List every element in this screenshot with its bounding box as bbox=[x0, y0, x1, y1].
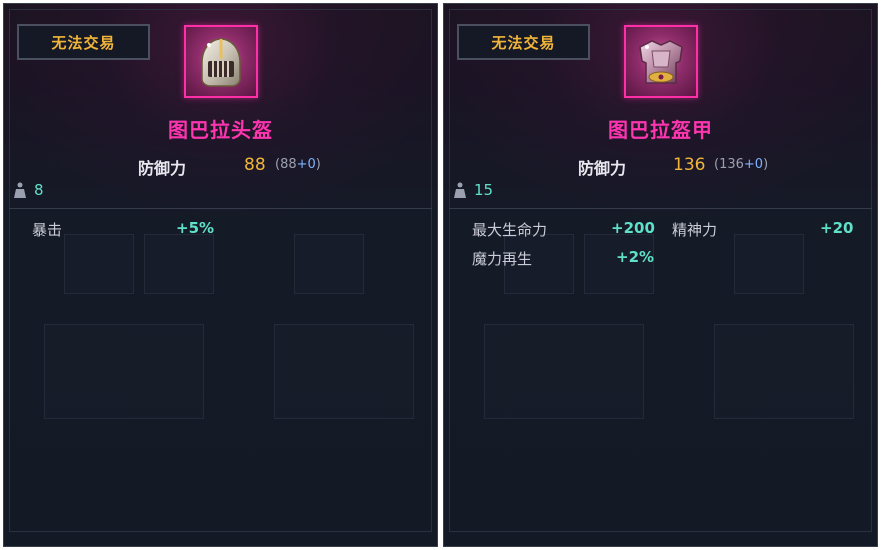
defense-label: 防御力 bbox=[138, 159, 187, 178]
armor-icon bbox=[639, 39, 683, 84]
ghost-slot bbox=[734, 234, 804, 294]
option-label: 暴击 bbox=[32, 221, 63, 239]
defense-label: 防御力 bbox=[578, 159, 627, 178]
weight-value: 15 bbox=[474, 181, 494, 199]
defense-detail: (88+0) bbox=[275, 157, 321, 172]
option-label: 精神力 bbox=[672, 221, 718, 239]
weight-icon bbox=[14, 182, 26, 198]
weight-row: 8 bbox=[14, 180, 44, 200]
pink-armor-icon[interactable] bbox=[624, 25, 698, 98]
option-value: +200 bbox=[611, 219, 655, 237]
untradeable-tag: 无法交易 bbox=[17, 24, 150, 60]
ghost-slot bbox=[144, 234, 214, 294]
ghost-slot bbox=[484, 324, 644, 419]
item-tooltip-armor: 无法交易 图巴拉盔甲 防御力 136 (136+0) 15 最大生命力 +200… bbox=[443, 3, 878, 547]
item-name: 图巴拉盔甲 bbox=[608, 118, 713, 142]
weight-value: 8 bbox=[34, 181, 44, 199]
defense-row: 防御力 136 (136+0) bbox=[444, 155, 877, 178]
ghost-slot bbox=[64, 234, 134, 294]
defense-detail: (136+0) bbox=[714, 157, 768, 172]
defense-plus: +0 bbox=[296, 157, 316, 172]
option-value: +20 bbox=[820, 219, 854, 237]
item-name: 图巴拉头盔 bbox=[168, 118, 273, 142]
weight-row: 15 bbox=[454, 180, 493, 200]
option-label: 魔力再生 bbox=[472, 250, 533, 268]
pink-helmet-icon[interactable] bbox=[184, 25, 258, 98]
weight-icon bbox=[454, 182, 466, 198]
option-value: +2% bbox=[616, 248, 655, 266]
divider bbox=[449, 208, 872, 209]
defense-base: (136 bbox=[714, 157, 744, 172]
ghost-slot bbox=[274, 324, 414, 419]
defense-row: 防御力 88 (88+0) bbox=[4, 155, 437, 178]
divider bbox=[9, 208, 432, 209]
option-label: 最大生命力 bbox=[472, 221, 548, 239]
defense-value: 88 bbox=[244, 155, 266, 175]
defense-base: (88 bbox=[275, 157, 297, 172]
ghost-slot bbox=[714, 324, 854, 419]
untradeable-tag: 无法交易 bbox=[457, 24, 590, 60]
ghost-slot bbox=[44, 324, 204, 419]
ghost-slot bbox=[294, 234, 364, 294]
defense-close: ) bbox=[763, 157, 769, 172]
helmet-icon bbox=[201, 37, 241, 87]
defense-close: ) bbox=[315, 157, 321, 172]
defense-value: 136 bbox=[673, 155, 706, 175]
defense-plus: +0 bbox=[743, 157, 764, 172]
option-value: +5% bbox=[176, 219, 215, 237]
item-tooltip-helmet: 无法交易 图巴拉头盔 防御力 88 (88+0) 8 暴击 +5% bbox=[3, 3, 438, 547]
